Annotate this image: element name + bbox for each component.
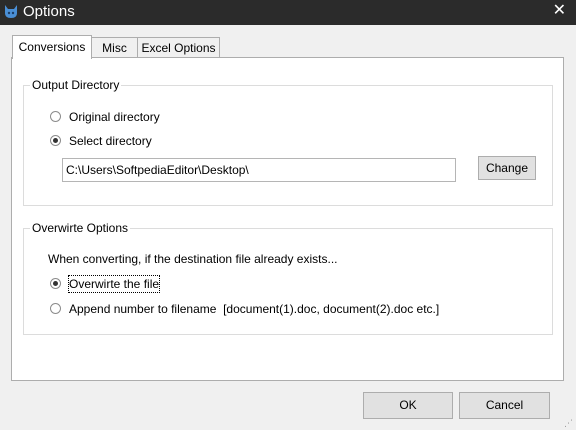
cat-logo-icon <box>3 3 19 19</box>
radio-button[interactable] <box>50 278 61 289</box>
radio-label: Overwirte the file <box>67 275 161 293</box>
radio-button[interactable] <box>50 135 61 146</box>
tab-misc[interactable]: Misc <box>91 37 138 58</box>
radio-label: Append number to filename [document(1).d… <box>69 302 440 316</box>
overwrite-description: When converting, if the destination file… <box>48 252 338 266</box>
directory-path-field[interactable]: C:\Users\SoftpediaEditor\Desktop\ <box>62 158 456 182</box>
tab-conversions[interactable]: Conversions <box>12 35 92 59</box>
output-directory-group: Output Directory Original directory Sele… <box>23 78 553 206</box>
title-bar: Options ✕ <box>0 0 576 25</box>
ok-button[interactable]: OK <box>363 392 453 419</box>
output-directory-legend: Output Directory <box>30 78 122 92</box>
change-button[interactable]: Change <box>478 156 536 180</box>
radio-label: Select directory <box>69 134 152 148</box>
window-title: Options <box>23 3 75 20</box>
radio-label: Original directory <box>69 110 160 124</box>
radio-button[interactable] <box>50 303 61 314</box>
resize-grip-icon[interactable]: ⋰ <box>564 418 574 428</box>
conversions-panel: Output Directory Original directory Sele… <box>11 57 564 381</box>
radio-button[interactable] <box>50 111 61 122</box>
close-icon[interactable]: ✕ <box>553 1 566 21</box>
overwrite-options-group: Overwirte Options When converting, if th… <box>23 221 553 335</box>
overwrite-options-legend: Overwirte Options <box>30 221 131 235</box>
tab-excel-options[interactable]: Excel Options <box>137 37 220 58</box>
cancel-button[interactable]: Cancel <box>459 392 550 419</box>
